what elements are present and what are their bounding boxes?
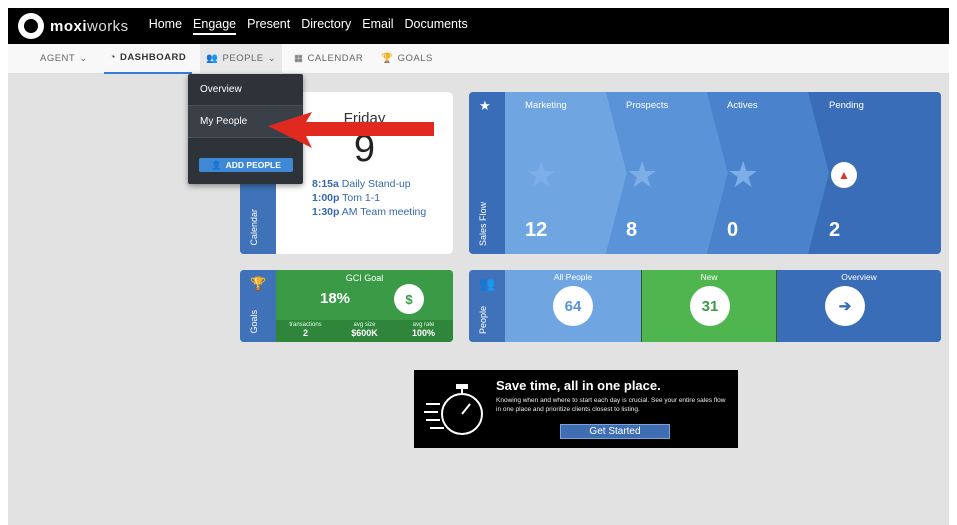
- nav-present[interactable]: Present: [247, 17, 290, 35]
- nav-directory[interactable]: Directory: [301, 17, 351, 35]
- nav-email[interactable]: Email: [362, 17, 393, 35]
- stat-value: $600K: [351, 328, 378, 338]
- stage-pending[interactable]: Pending ▲ 2: [815, 92, 935, 254]
- nav-home[interactable]: Home: [149, 17, 182, 35]
- stage-prospects[interactable]: Prospects ★ 8: [612, 92, 712, 254]
- trophy-icon: 🏆: [250, 276, 267, 291]
- people-col-label: New: [700, 272, 718, 282]
- people-side: 👥 People: [469, 270, 505, 342]
- goals-side: 🏆 Goals: [240, 270, 276, 342]
- tab-dashboard[interactable]: ◔ DASHBOARD: [103, 44, 193, 74]
- people-icon: 👥: [206, 53, 219, 64]
- stage-label: Pending: [829, 100, 864, 111]
- logo-light: works: [87, 17, 129, 35]
- sales-flow-side: ★ Sales Flow: [469, 92, 505, 254]
- people-card: 👥 People All People 64 New 31 Overview ➔: [469, 270, 941, 342]
- star-icon: ★: [479, 98, 491, 113]
- goals-side-label: Goals: [249, 310, 259, 334]
- event-title: Tom 1-1: [342, 192, 381, 204]
- event-time: 1:30p: [312, 206, 340, 218]
- people-overview[interactable]: Overview ➔: [777, 270, 941, 342]
- stage-count: 8: [626, 219, 638, 241]
- calendar-event[interactable]: 1:00p Tom 1-1: [312, 192, 380, 204]
- nav-engage[interactable]: Engage: [193, 17, 237, 35]
- moxiworks-logo[interactable]: moxiworks: [18, 13, 129, 39]
- calendar-label: CALENDAR: [307, 53, 364, 64]
- people-label: PEOPLE: [222, 53, 264, 64]
- event-title: Daily Stand-up: [341, 178, 411, 190]
- add-people-button[interactable]: 👤 ADD PEOPLE: [199, 158, 293, 172]
- goals-body: GCI Goal 18% $ transactions 2 avg size $60…: [276, 270, 453, 342]
- logo-bold: moxi: [50, 17, 88, 35]
- calendar-event[interactable]: 1:30p AM Team meeting: [312, 206, 426, 218]
- logo-icon: [18, 13, 44, 39]
- calendar-icon: ▦: [294, 53, 304, 64]
- event-time: 1:00p: [312, 192, 340, 204]
- calendar-event[interactable]: 8:15a Daily Stand-up: [312, 178, 411, 190]
- goal-stats: transactions 2 avg size $600K avg rate 100%: [276, 320, 453, 342]
- app-frame: moxiworks Home Engage Present Directory …: [8, 8, 949, 525]
- calendar-side-label: Calendar: [249, 209, 259, 246]
- tab-people[interactable]: 👥 PEOPLE ⌄: [200, 43, 283, 74]
- event-time: 8:15a: [312, 178, 339, 190]
- chevron-down-icon: ⌄: [267, 53, 277, 64]
- people-col-label: All People: [553, 272, 593, 282]
- dashboard-label: DASHBOARD: [119, 52, 187, 63]
- sales-flow-side-label: Sales Flow: [478, 201, 488, 246]
- goal-stat: avg size $600K: [335, 322, 394, 338]
- stage-count: 12: [525, 219, 548, 241]
- menu-item-overview[interactable]: Overview: [188, 74, 303, 106]
- stopwatch-icon: [424, 384, 483, 435]
- arrow-right-icon: ➔: [825, 286, 865, 326]
- stage-count: 0: [727, 219, 739, 241]
- annotation-arrow: [268, 112, 434, 148]
- agent-dropdown[interactable]: AGENT ⌄: [34, 44, 94, 74]
- star-icon: ★: [727, 154, 760, 195]
- stage-label: Prospects: [626, 100, 669, 111]
- goal-stat: transactions 2: [276, 322, 335, 338]
- tab-goals[interactable]: 🏆 GOALS: [375, 44, 439, 74]
- sales-flow-card: ★ Sales Flow Marketing ★ 12 Prospects ★ …: [469, 92, 941, 254]
- stage-label: Marketing: [525, 100, 567, 111]
- promo-headline: Save time, all in one place.: [496, 378, 661, 393]
- stage-label: Actives: [727, 100, 758, 111]
- star-icon: ★: [525, 154, 558, 195]
- dashboard-icon: ◔: [109, 52, 116, 63]
- stage-actives[interactable]: Actives ★ 0: [713, 92, 813, 254]
- goals-card[interactable]: 🏆 Goals GCI Goal 18% $ transactions 2 avg…: [240, 270, 453, 342]
- stage-count: 2: [829, 219, 841, 241]
- people-col-label: Overview: [841, 272, 877, 282]
- people-icon: 👥: [479, 276, 496, 291]
- stat-value: 100%: [411, 328, 436, 338]
- goal-percent: 18%: [320, 290, 351, 307]
- stage-marketing[interactable]: Marketing ★ 12: [511, 92, 611, 254]
- sub-nav: AGENT ⌄ ◔ DASHBOARD 👥 PEOPLE ⌄ ▦ CALENDA…: [8, 43, 949, 74]
- top-nav: Home Engage Present Directory Email Docu…: [149, 17, 468, 35]
- trophy-icon: 🏆: [381, 53, 394, 64]
- people-new[interactable]: New 31: [641, 270, 777, 342]
- agent-label: AGENT: [40, 53, 76, 64]
- add-people-label: ADD PEOPLE: [225, 160, 281, 170]
- people-count: 31: [690, 286, 730, 326]
- dollar-icon: $: [394, 284, 424, 314]
- goals-label: GOALS: [397, 53, 433, 64]
- promo-banner: Save time, all in one place. Knowing whe…: [414, 370, 738, 448]
- event-title: AM Team meeting: [341, 206, 427, 218]
- star-icon: ★: [626, 154, 659, 195]
- people-all[interactable]: All People 64: [505, 270, 641, 342]
- flame-icon: ▲: [831, 162, 857, 188]
- get-started-button[interactable]: Get Started: [560, 424, 670, 439]
- people-count: 64: [553, 286, 593, 326]
- promo-body: Knowing when and where to start each day…: [496, 397, 726, 413]
- nav-documents[interactable]: Documents: [405, 17, 468, 35]
- tab-calendar[interactable]: ▦ CALENDAR: [288, 44, 369, 74]
- chevron-down-icon: ⌄: [79, 53, 88, 64]
- people-side-label: People: [478, 305, 488, 334]
- top-bar: moxiworks Home Engage Present Directory …: [8, 8, 949, 44]
- add-user-icon: 👤: [211, 159, 222, 170]
- goal-title: GCI Goal: [345, 273, 384, 283]
- stat-value: 2: [302, 328, 308, 338]
- goal-stat: avg rate 100%: [394, 322, 453, 338]
